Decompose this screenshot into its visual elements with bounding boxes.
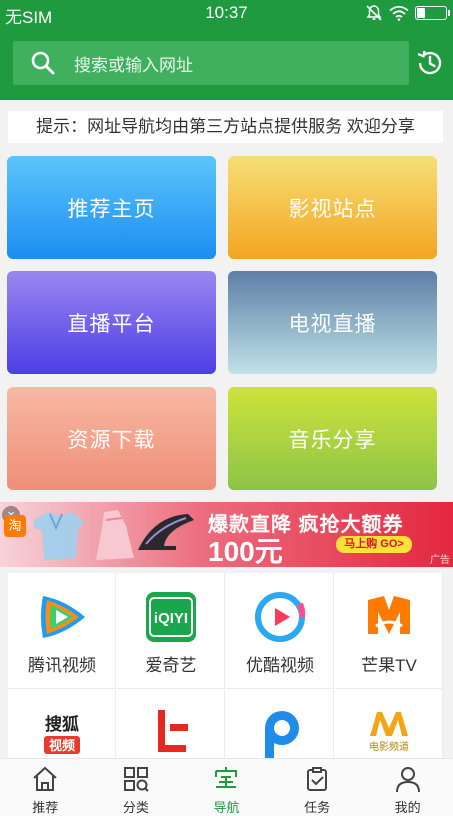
movie-channel-logo-text: 电影频道: [369, 740, 409, 753]
tencent-video-icon: [41, 596, 85, 638]
nav-navigation[interactable]: 导航: [181, 759, 272, 816]
search-icon: [31, 51, 55, 75]
site-letv[interactable]: [117, 689, 225, 758]
ad-shop-badge: 淘: [4, 515, 26, 537]
nav-label: 任务: [304, 800, 331, 815]
letv-icon: [158, 710, 188, 752]
header: 搜索或输入网址: [0, 26, 453, 100]
pptv-icon: [265, 711, 299, 758]
bottom-nav: 推荐 分类 导航 任务 我的: [0, 758, 453, 816]
site-mango-tv[interactable]: 芒果TV: [335, 573, 443, 689]
movie-channel-icon: 电影频道: [369, 712, 409, 753]
ad-banner[interactable]: × 淘 爆款直降 疯抢大额券 100元 马上购 GO> 广告: [0, 502, 453, 567]
ad-price: 100元: [208, 536, 283, 567]
ad-products-image: [34, 510, 194, 560]
nav-label: 我的: [394, 800, 421, 815]
category-tv-live[interactable]: 电视直播: [228, 271, 437, 374]
site-grid: 腾讯视频 iQIYI 爱奇艺 优酷视频 芒果TV 搜狐 视频 电影频道: [8, 573, 443, 758]
site-tencent-video[interactable]: 腾讯视频: [8, 573, 116, 689]
site-name: 腾讯视频: [28, 656, 96, 675]
category-resource-download[interactable]: 资源下载: [7, 387, 216, 490]
task-icon: [307, 767, 328, 791]
home-icon: [33, 766, 57, 791]
nav-profile[interactable]: 我的: [362, 759, 453, 816]
notice-text: 提示：网址导航均由第三方站点提供服务 欢迎分享: [8, 111, 443, 143]
site-youku[interactable]: 优酷视频: [226, 573, 334, 689]
mango-tv-icon: [368, 596, 410, 634]
sohu-logo-text: 搜狐: [45, 714, 79, 735]
profile-icon: [395, 767, 420, 793]
category-live-platforms[interactable]: 直播平台: [7, 271, 216, 374]
nav-home[interactable]: 推荐: [0, 759, 91, 816]
site-movie-channel[interactable]: 电影频道: [335, 689, 443, 758]
category-icon: [123, 767, 149, 792]
category-video-sites[interactable]: 影视站点: [228, 156, 437, 259]
sohu-logo-subtext: 视频: [49, 738, 75, 754]
search-placeholder: 搜索或输入网址: [74, 55, 193, 75]
nav-category[interactable]: 分类: [91, 759, 182, 816]
nav-task[interactable]: 任务: [272, 759, 363, 816]
site-pptv[interactable]: [226, 689, 334, 758]
nav-label: 导航: [213, 800, 240, 815]
site-iqiyi[interactable]: iQIYI 爱奇艺: [117, 573, 225, 689]
navigation-icon: [215, 767, 238, 788]
site-sohu-video[interactable]: 搜狐 视频: [8, 689, 116, 758]
status-bar: 无SIM 10:37: [0, 0, 453, 27]
site-name: 芒果TV: [361, 656, 417, 675]
nav-label: 分类: [122, 800, 149, 815]
iqiyi-icon: iQIYI: [146, 592, 196, 642]
search-input[interactable]: 搜索或输入网址: [13, 41, 409, 85]
nav-label: 推荐: [32, 800, 59, 815]
iqiyi-logo-text: iQIYI: [154, 610, 188, 627]
status-icons: [365, 4, 450, 22]
category-music-share[interactable]: 音乐分享: [228, 387, 437, 490]
site-name: 优酷视频: [246, 656, 314, 675]
ad-buy-button[interactable]: 马上购 GO>: [336, 536, 412, 553]
sohu-video-icon: 搜狐 视频: [44, 714, 80, 754]
battery-icon: [415, 6, 450, 20]
history-icon[interactable]: [415, 48, 445, 78]
youku-icon: [255, 592, 306, 642]
category-recommended-home[interactable]: 推荐主页: [7, 156, 216, 259]
wifi-icon: [389, 5, 409, 21]
ad-label: 广告: [430, 555, 450, 566]
mute-icon: [366, 5, 382, 21]
site-name: 爱奇艺: [145, 656, 197, 675]
